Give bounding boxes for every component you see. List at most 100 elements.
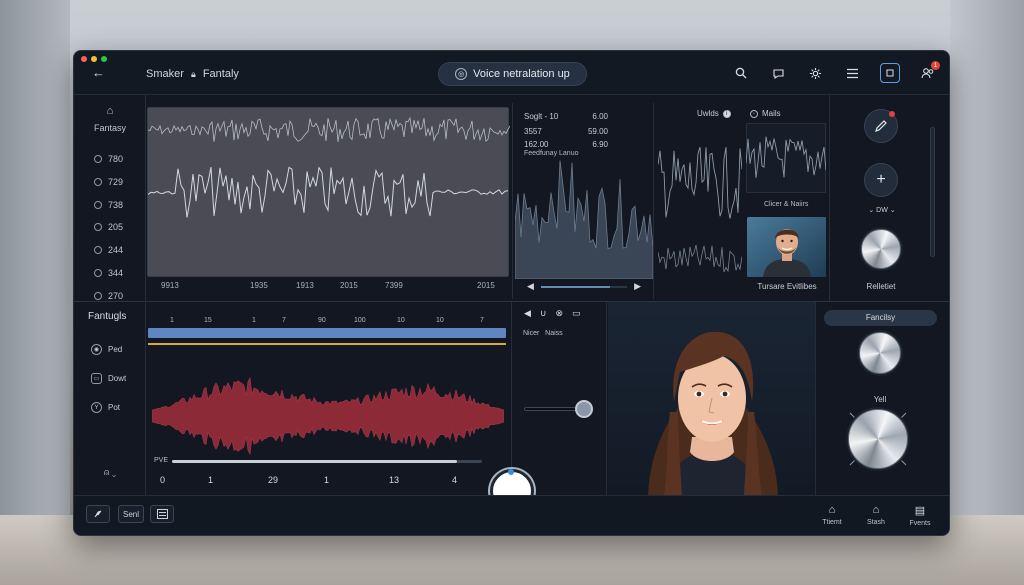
footer-nav-item[interactable]: ⌂ Ttiemt — [812, 504, 852, 526]
chevron-left-icon[interactable]: ◀ — [527, 281, 534, 292]
search-icon[interactable] — [732, 64, 750, 82]
bottom-rail-item[interactable]: Y Pot — [91, 402, 120, 413]
effects-slider[interactable] — [524, 400, 594, 418]
window-controls — [81, 56, 107, 62]
timeline-ruler: 1 15 1 7 90 100 10 10 7 — [148, 317, 508, 327]
stat-value: 59.00 — [587, 127, 608, 136]
spark-chart-left — [658, 146, 742, 219]
users-icon[interactable]: 1 — [919, 61, 940, 82]
scrub-slider[interactable]: ◀ ▶ — [527, 281, 641, 293]
stats-row: 3557 59.00 — [524, 124, 644, 139]
gain-knob[interactable] — [861, 229, 901, 269]
waveform-graphic — [147, 116, 511, 218]
speaker-icon[interactable]: ◀ — [524, 308, 531, 319]
send-button-label: Senl — [122, 509, 139, 519]
rail-item-label: 780 — [108, 154, 124, 164]
pin-icon: Y — [91, 402, 102, 413]
vertical-scrollbar[interactable] — [930, 127, 935, 257]
footer-nav-label: Ttiemt — [822, 519, 842, 526]
chat-icon[interactable] — [769, 64, 787, 82]
list-button[interactable] — [150, 505, 174, 523]
video-feed-image — [608, 302, 815, 495]
sync-icon[interactable] — [880, 63, 900, 83]
footer-nav-item[interactable]: ▤ Fvents — [900, 504, 940, 527]
rail-item-label: 729 — [108, 176, 124, 187]
avatar-man-image — [747, 217, 826, 277]
timeline-number: 13 — [389, 475, 400, 485]
app-window: ← Smaker 🔒︎ Fantaly ◎ Voice netralation … — [73, 50, 950, 536]
mic-icon: ⍝ — [104, 467, 110, 477]
effects-toolbar: ◀ ∪ ⊗ ▭ — [524, 308, 581, 319]
preset-knob[interactable] — [859, 332, 901, 374]
rail-item[interactable]: 205 — [94, 217, 123, 237]
timeline-marker-line — [148, 343, 506, 345]
magnet-icon[interactable]: ∪ — [540, 308, 547, 319]
bottom-rail-label: Dowt — [108, 374, 127, 383]
app-title: Smaker 🔒︎ Fantaly — [146, 68, 239, 80]
timeline-clip-bar[interactable] — [148, 328, 506, 338]
video-feed-woman[interactable] — [608, 302, 816, 495]
timeline-number: 0 — [160, 475, 166, 485]
globe-icon[interactable]: ⊗ — [556, 308, 564, 319]
home-icon: ⌂ — [106, 105, 114, 117]
stats-row: Soglt - 10 6.00 — [524, 109, 644, 124]
monitor-head-1[interactable]: Uwlds i — [697, 109, 731, 118]
ruler-tick: 1 — [170, 317, 174, 324]
preset-pill[interactable]: Fancilsy — [824, 310, 937, 326]
play-button[interactable] — [86, 505, 110, 523]
ruler-tick: 7 — [282, 317, 286, 324]
rail-item[interactable]: 738 — [94, 195, 123, 215]
dropdown[interactable]: ⌄ DW ⌄ — [864, 206, 900, 214]
avatar-man-caption: Tursare Evitlibes — [757, 282, 817, 291]
close-window-dot[interactable] — [81, 56, 87, 62]
rail-item[interactable]: 344 — [94, 263, 123, 283]
rail-item-label: 738 — [108, 199, 124, 210]
footer-bar: Senl ⌂ Ttiemt ⌂ Stash ▤ Fvents — [74, 495, 949, 535]
chevron-down-icon: ⌄ — [868, 207, 875, 214]
rail-item[interactable]: 780 — [94, 149, 123, 169]
monitor-head-2[interactable]: ◦ Mails — [750, 109, 781, 118]
message-icon[interactable]: ▭ — [572, 308, 581, 319]
time-tick: 2015 — [477, 281, 495, 290]
main-waveform[interactable] — [147, 107, 511, 277]
menu-icon[interactable] — [843, 64, 861, 82]
rail-heading[interactable]: ⌂ Fantasy — [74, 105, 146, 133]
time-tick: 9913 — [161, 281, 179, 290]
add-button[interactable]: + — [864, 163, 898, 197]
effects-slider-thumb[interactable] — [575, 400, 594, 418]
bottom-rail-item[interactable]: ▭ Dowt — [91, 373, 126, 384]
section-title: Fantugls — [88, 311, 127, 322]
rail-item-label: 344 — [108, 267, 124, 278]
edit-button[interactable] — [864, 109, 898, 143]
settings-icon[interactable] — [806, 64, 824, 82]
rail-item[interactable]: 729 — [94, 172, 123, 192]
monitor-head-1-label: Uwlds — [697, 109, 719, 118]
send-button[interactable]: Senl — [118, 505, 144, 523]
clock-icon — [94, 155, 102, 163]
avatar-man[interactable] — [747, 217, 826, 277]
spectrum-chart — [515, 160, 653, 279]
timeline-number: 29 — [268, 475, 279, 485]
effects-panel: ◀ ∪ ⊗ ▭ Nicer Naiss — [511, 302, 607, 495]
time-tick: 2015 — [340, 281, 358, 290]
footer-nav-item[interactable]: ⌂ Stash — [856, 504, 896, 526]
minimize-window-dot[interactable] — [91, 56, 97, 62]
spark-chart-right — [746, 123, 826, 193]
back-arrow-icon[interactable]: ← — [92, 65, 105, 80]
time-tick: 1935 — [250, 281, 268, 290]
clock-icon — [94, 246, 102, 255]
playback-progress[interactable] — [172, 460, 482, 463]
maximize-window-dot[interactable] — [101, 56, 107, 62]
rail-item[interactable]: 244 — [94, 240, 123, 260]
edit-indicator-dot — [889, 111, 895, 117]
bottom-rail-item[interactable]: ◉ Ped — [91, 344, 122, 355]
time-tick: 1913 — [296, 281, 314, 290]
chevron-right-icon[interactable]: ▶ — [634, 281, 641, 292]
voice-mode-pill[interactable]: ◎ Voice netralation up — [438, 62, 587, 86]
yell-knob[interactable] — [848, 409, 908, 469]
bottom-rail-footer[interactable]: ⍝ Dx ⌄ — [104, 467, 116, 478]
clock-icon — [94, 291, 102, 300]
voice-icon: ◎ — [455, 68, 468, 80]
timeline-panel[interactable]: 1 15 1 7 90 100 10 10 7 PVE 0 1 29 1 13 … — [148, 315, 508, 495]
clock-icon — [94, 223, 102, 232]
